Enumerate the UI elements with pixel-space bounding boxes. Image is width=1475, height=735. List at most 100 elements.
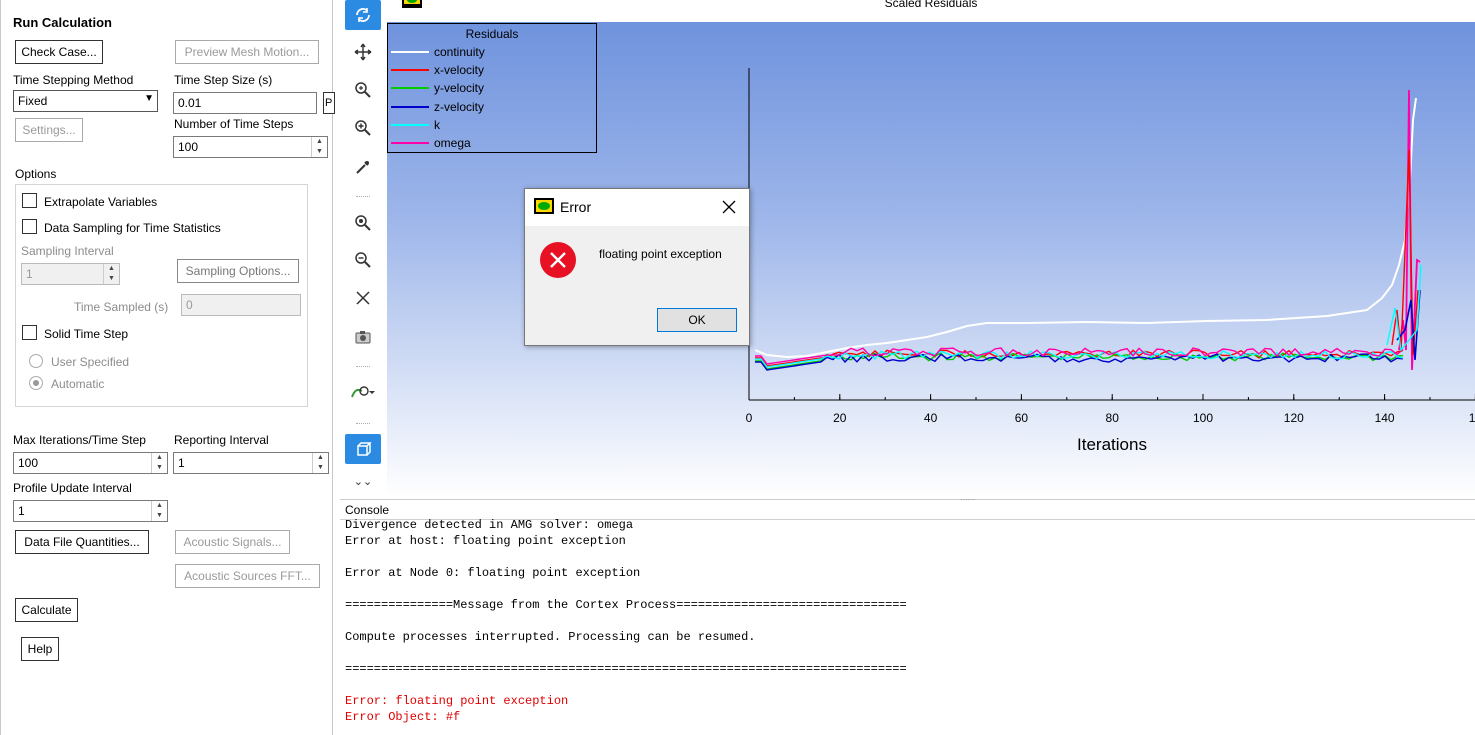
- x-tick-label: 16: [1469, 411, 1475, 425]
- sampling-interval-label: Sampling Interval: [21, 244, 114, 258]
- error-message: floating point exception: [599, 247, 722, 261]
- pan-button[interactable]: [345, 37, 381, 67]
- sampling-interval-value: 1: [26, 267, 33, 281]
- settings-button[interactable]: Settings...: [15, 118, 83, 142]
- reporting-interval-stepper[interactable]: ▲ ▼: [312, 453, 328, 473]
- x-tick-label: 0: [746, 411, 753, 425]
- profile-update-input[interactable]: 1 ▲ ▼: [13, 500, 168, 522]
- zoom-in-icon: [355, 120, 371, 136]
- acoustic-sources-fft-button[interactable]: Acoustic Sources FFT...: [175, 564, 320, 588]
- zoom-in-out-button[interactable]: [345, 75, 381, 105]
- sampling-interval-stepper[interactable]: ▲ ▼: [103, 264, 119, 284]
- extrapolate-variables-label: Extrapolate Variables: [44, 195, 158, 209]
- zoom-out-button[interactable]: [345, 245, 381, 275]
- camera-icon: [355, 331, 371, 344]
- check-case-button[interactable]: Check Case...: [15, 40, 103, 64]
- sampling-interval-input[interactable]: 1 ▲ ▼: [21, 263, 120, 285]
- automatic-label: Automatic: [51, 377, 105, 391]
- zoom-to-area-button[interactable]: [345, 113, 381, 143]
- profile-update-label: Profile Update Interval: [13, 481, 132, 495]
- graphics-toolbar: ⌄⌄: [339, 0, 386, 498]
- x-tick-label: 120: [1284, 411, 1304, 425]
- panel-title: Run Calculation: [13, 15, 112, 30]
- console-error-line: Error: floating point exception: [345, 694, 569, 708]
- axes-view-button[interactable]: [345, 283, 381, 313]
- zoom-out-icon: [355, 252, 371, 268]
- x-tick-label: 40: [924, 411, 938, 425]
- ok-button[interactable]: OK: [657, 308, 737, 332]
- acoustic-signals-button[interactable]: Acoustic Signals...: [175, 530, 290, 554]
- 3d-view-button[interactable]: [345, 434, 381, 464]
- data-sampling-label: Data Sampling for Time Statistics: [44, 221, 221, 235]
- calculate-button[interactable]: Calculate: [15, 598, 78, 622]
- extrapolate-variables-checkbox[interactable]: [22, 193, 37, 208]
- preview-mesh-motion-button[interactable]: Preview Mesh Motion...: [175, 40, 319, 64]
- console-title: Console: [340, 500, 1475, 520]
- axes-icon: [356, 291, 370, 305]
- time-step-size-value: 0.01: [178, 96, 202, 110]
- rotate-icon: [356, 8, 370, 22]
- number-of-time-steps-label: Number of Time Steps: [174, 117, 294, 131]
- zoom-icon: [355, 82, 371, 98]
- solid-time-step-label: Solid Time Step: [44, 327, 129, 341]
- help-button[interactable]: Help: [21, 637, 59, 661]
- rotate-view-button[interactable]: [345, 0, 381, 30]
- zoom-fit-icon: [355, 215, 371, 231]
- probe-button[interactable]: [345, 152, 381, 182]
- error-dialog: Error floating point exception OK: [524, 188, 750, 346]
- move-icon: [354, 43, 372, 61]
- resize-handle-icon[interactable]: ......: [960, 492, 975, 502]
- time-sampled-value: 0: [186, 298, 193, 312]
- sampling-options-button[interactable]: Sampling Options...: [177, 259, 299, 283]
- error-dialog-header: Error: [525, 189, 749, 226]
- view-options-button[interactable]: [345, 377, 381, 407]
- solid-time-step-checkbox[interactable]: [22, 325, 37, 340]
- time-step-parameter-button[interactable]: P: [323, 92, 335, 114]
- x-tick-label: 100: [1193, 411, 1213, 425]
- console-line: ========================================…: [345, 662, 907, 676]
- time-stepping-label: Time Stepping Method: [13, 73, 134, 87]
- time-stepping-select[interactable]: Fixed ▼: [13, 90, 158, 112]
- console-error-line: Error Object: #f: [345, 710, 461, 724]
- data-sampling-checkbox[interactable]: [22, 219, 37, 234]
- console-line: Error at Node 0: floating point exceptio…: [345, 566, 641, 580]
- eyedropper-icon: [356, 161, 369, 174]
- max-iterations-label: Max Iterations/Time Step: [13, 433, 146, 447]
- close-icon[interactable]: [722, 200, 736, 214]
- number-of-time-steps-input[interactable]: 100 ▲ ▼: [173, 136, 328, 158]
- pointer-menu-icon: [351, 386, 375, 398]
- snapshot-button[interactable]: [345, 322, 381, 352]
- toolbar-expand-button[interactable]: ⌄⌄: [345, 466, 381, 496]
- options-label: Options: [15, 167, 57, 181]
- automatic-radio[interactable]: [29, 376, 43, 390]
- time-sampled-label: Time Sampled (s): [74, 300, 169, 314]
- max-iterations-input[interactable]: 100 ▲ ▼: [13, 452, 168, 474]
- x-tick-label: 140: [1375, 411, 1395, 425]
- error-icon: [540, 242, 576, 278]
- time-step-size-label: Time Step Size (s): [174, 73, 273, 87]
- user-specified-radio[interactable]: [29, 354, 43, 368]
- time-step-size-input[interactable]: 0.01: [173, 92, 317, 114]
- console-line: ===============Message from the Cortex P…: [345, 598, 907, 612]
- reporting-interval-value: 1: [178, 456, 185, 470]
- number-of-time-steps-stepper[interactable]: ▲ ▼: [311, 137, 327, 157]
- console-line: Divergence detected in AMG solver: omega: [345, 518, 634, 532]
- time-stepping-value: Fixed: [18, 94, 48, 108]
- console-panel[interactable]: Console ...... Divergence detected in AM…: [340, 492, 1475, 735]
- max-iterations-stepper[interactable]: ▲ ▼: [151, 453, 167, 473]
- chevron-double-down-icon: ⌄⌄: [353, 475, 373, 488]
- user-specified-label: User Specified: [51, 355, 130, 369]
- profile-update-value: 1: [18, 504, 25, 518]
- reporting-interval-input[interactable]: 1 ▲ ▼: [173, 452, 329, 474]
- x-tick-label: 60: [1015, 411, 1029, 425]
- zoom-fit-button[interactable]: [345, 208, 381, 238]
- max-iterations-value: 100: [18, 456, 39, 470]
- continuity-series: [754, 97, 1417, 359]
- time-sampled-input[interactable]: 0: [181, 294, 301, 316]
- reporting-interval-label: Reporting Interval: [174, 433, 269, 447]
- data-file-quantities-button[interactable]: Data File Quantities...: [15, 530, 149, 554]
- cube-icon: [357, 442, 372, 456]
- error-dialog-title: Error: [560, 199, 592, 215]
- profile-update-stepper[interactable]: ▲ ▼: [151, 501, 167, 521]
- number-of-time-steps-value: 100: [178, 140, 199, 154]
